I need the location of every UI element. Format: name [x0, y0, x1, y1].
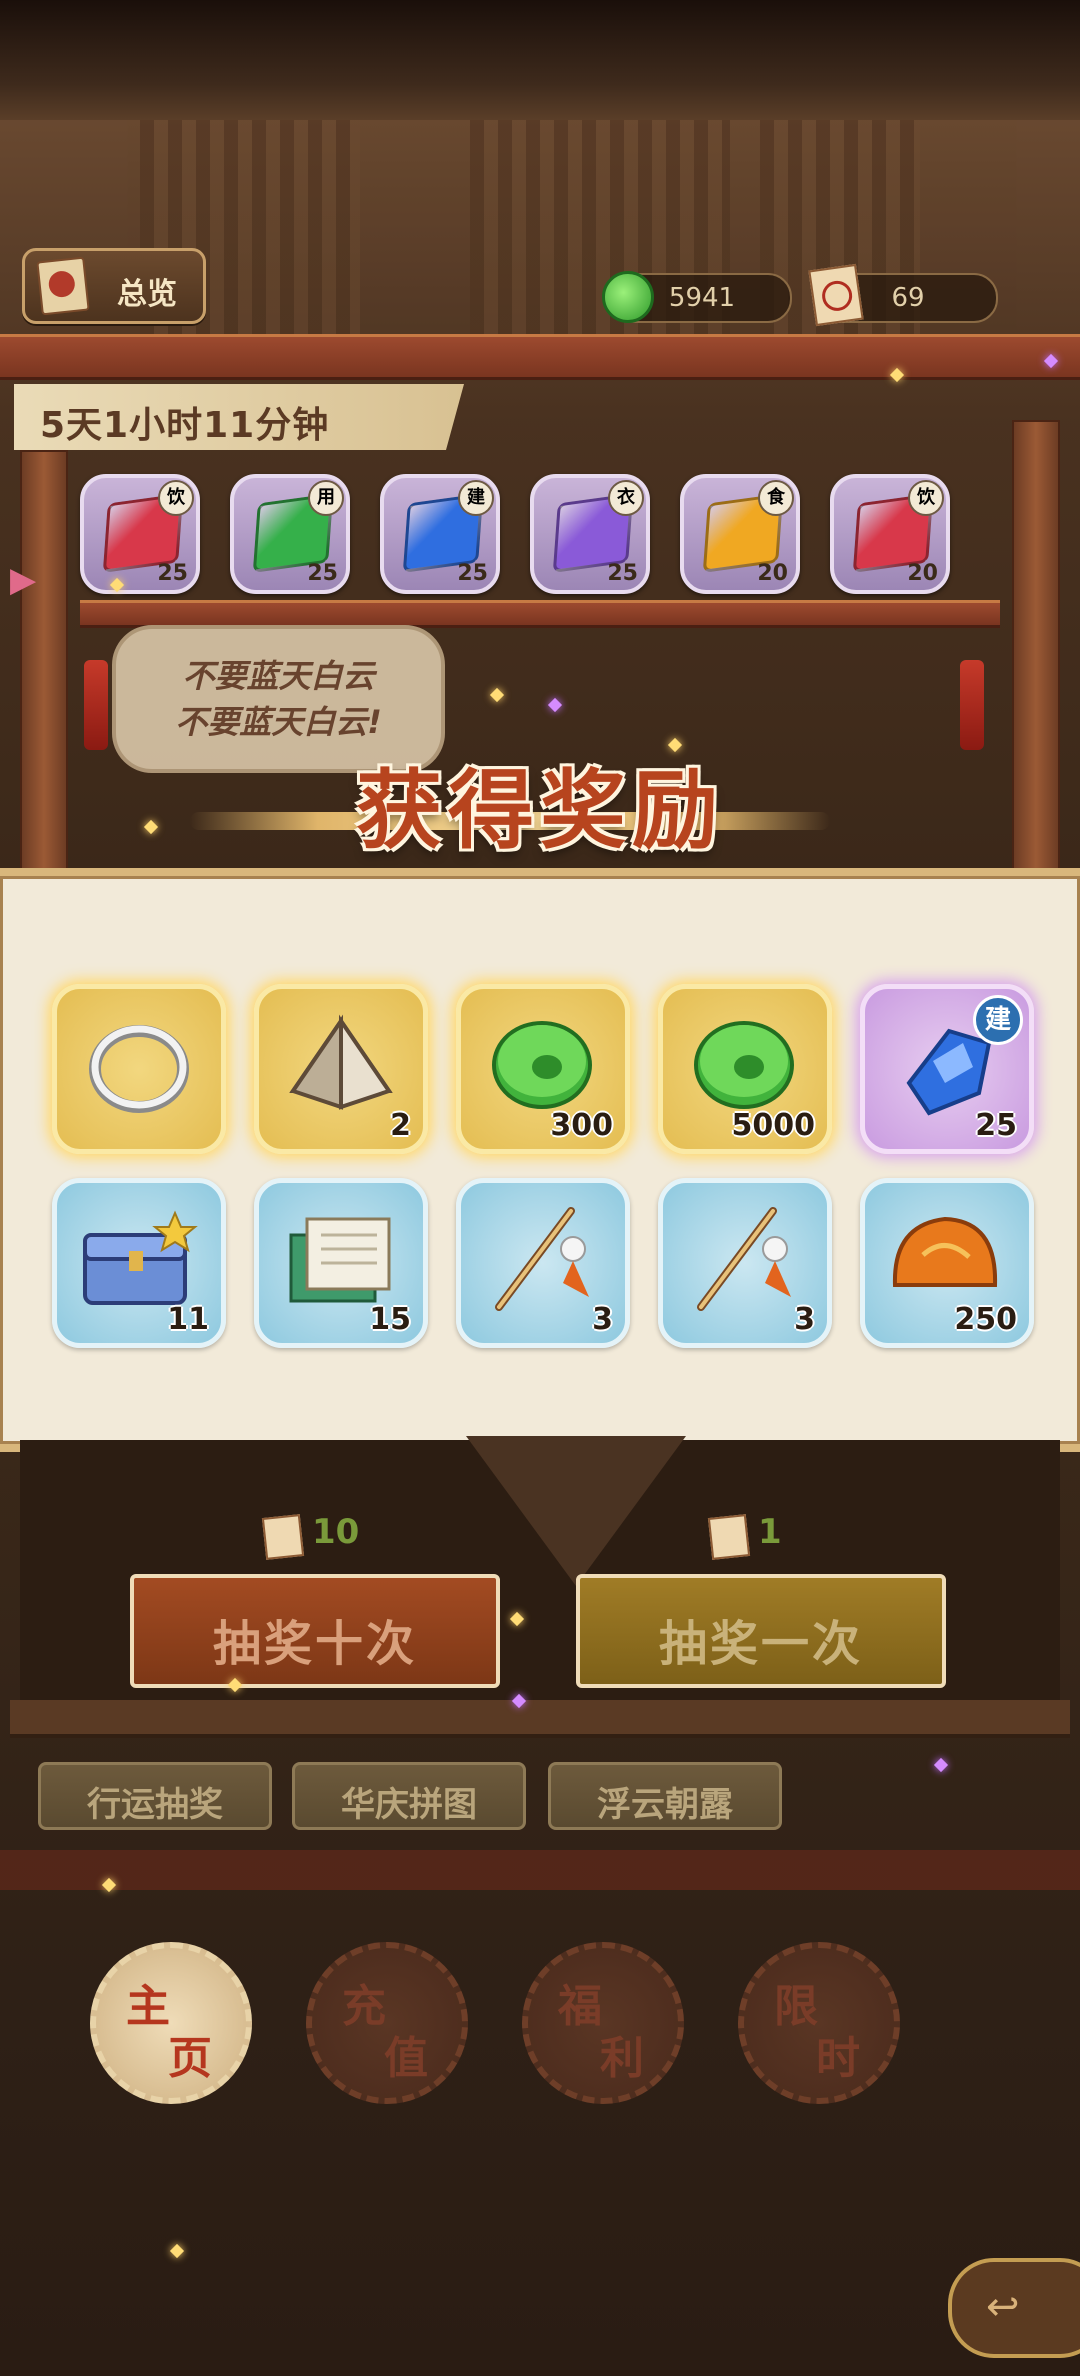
- top-bar: [0, 0, 1080, 120]
- nav-char: 利: [600, 2033, 644, 2084]
- nav-char: 值: [384, 2033, 428, 2084]
- item-count: 3: [592, 1302, 613, 1337]
- draw-ten-label: 抽奖十次: [212, 1616, 417, 1672]
- silver-ring-icon: [89, 1025, 189, 1113]
- reward-item[interactable]: 3: [658, 1178, 832, 1348]
- nav-char: 充: [342, 1981, 386, 2032]
- material-count: 25: [457, 561, 488, 586]
- tab-label: 行运抽奖: [87, 1785, 223, 1825]
- material-slot[interactable]: 饮 25: [80, 474, 200, 594]
- material-count: 20: [757, 561, 788, 586]
- nav-char: 限: [774, 1981, 818, 2032]
- nav-limited[interactable]: 限 时: [738, 1942, 900, 2104]
- draw-ten-button[interactable]: 抽奖十次: [130, 1574, 500, 1688]
- tab-floating-cloud[interactable]: 浮云朝露: [548, 1762, 782, 1830]
- scroll-icon: [289, 1217, 391, 1303]
- item-count: 250: [954, 1302, 1017, 1337]
- overview-icon: [36, 256, 90, 316]
- reward-item[interactable]: 11: [52, 1178, 226, 1348]
- tab-rail: [10, 1700, 1070, 1738]
- reward-item[interactable]: 3: [456, 1178, 630, 1348]
- reward-item[interactable]: [52, 984, 226, 1154]
- stage-base: [0, 1850, 1080, 1890]
- fishing-rod-icon: [697, 1207, 791, 1311]
- nav-char: 福: [558, 1981, 602, 2032]
- tab-label: 华庆拼图: [341, 1785, 477, 1825]
- reward-item[interactable]: 300: [456, 984, 630, 1154]
- reward-item[interactable]: 2: [254, 984, 428, 1154]
- item-count: 300: [550, 1108, 613, 1143]
- material-count: 20: [907, 561, 938, 586]
- ticket-currency[interactable]: 69: [808, 263, 998, 327]
- draw-one-button[interactable]: 抽奖一次: [576, 1574, 946, 1688]
- material-tag: 用: [308, 480, 344, 516]
- jade-currency[interactable]: 5941: [602, 271, 792, 323]
- reward-item[interactable]: 5000: [658, 984, 832, 1154]
- jade-icon: [694, 1021, 794, 1109]
- nav-char: 时: [816, 2033, 860, 2084]
- shelf-beam: [80, 600, 1000, 628]
- event-timer: 5天1小时11分钟: [40, 405, 330, 446]
- material-tag: 饮: [158, 480, 194, 516]
- nav-home[interactable]: 主 页: [90, 1942, 252, 2104]
- top-beam: [0, 334, 1080, 380]
- item-count: 15: [369, 1302, 411, 1337]
- material-tag: 饮: [908, 480, 944, 516]
- item-count: 2: [390, 1108, 411, 1143]
- tab-puzzle[interactable]: 华庆拼图: [292, 1762, 526, 1830]
- material-slot[interactable]: 用 25: [230, 474, 350, 594]
- item-count: 5000: [731, 1108, 816, 1143]
- tassel: [960, 660, 984, 750]
- draw-one-label: 抽奖一次: [658, 1616, 863, 1672]
- treasure-box-icon: [83, 1210, 198, 1305]
- item-count: 3: [794, 1302, 815, 1337]
- material-tag: 衣: [608, 480, 644, 516]
- draw-one-cost: 1: [758, 1512, 782, 1552]
- pointer-decoration: [466, 1436, 686, 1586]
- item-count: 25: [975, 1108, 1017, 1143]
- nav-recharge[interactable]: 充 值: [306, 1942, 468, 2104]
- jade-icon: [492, 1021, 592, 1109]
- ticket-icon: [261, 1514, 305, 1560]
- reward-panel: 2 300 5000 建 25 11 15 3 3 250: [0, 868, 1080, 1452]
- fishing-rod-icon: [495, 1207, 589, 1311]
- reward-item[interactable]: 建 25: [860, 984, 1034, 1154]
- construction-tag: 建: [973, 995, 1023, 1045]
- material-slot[interactable]: 建 25: [380, 474, 500, 594]
- tent-icon: [289, 1014, 393, 1110]
- ticket-count: 69: [891, 283, 925, 313]
- item-count: 11: [167, 1302, 209, 1337]
- ticket-icon: [707, 1514, 751, 1560]
- overview-button[interactable]: 总览: [22, 248, 206, 324]
- material-count: 25: [307, 561, 338, 586]
- material-count: 25: [607, 561, 638, 586]
- reward-title: 获得奖励: [356, 761, 724, 861]
- nav-char: 主: [126, 1981, 170, 2032]
- tab-lucky-draw[interactable]: 行运抽奖: [38, 1762, 272, 1830]
- bubble-line: 不要蓝天白云!: [175, 703, 382, 741]
- material-count: 25: [157, 561, 188, 586]
- side-arrow-icon[interactable]: ▶: [10, 560, 36, 600]
- material-tag: 食: [758, 480, 794, 516]
- back-button[interactable]: ↩: [948, 2258, 1080, 2358]
- reward-item[interactable]: 15: [254, 1178, 428, 1348]
- jade-count: 5941: [668, 283, 736, 313]
- nav-welfare[interactable]: 福 利: [522, 1942, 684, 2104]
- timer-banner: 5天1小时11分钟: [14, 384, 464, 450]
- reward-item[interactable]: 250: [860, 1178, 1034, 1348]
- tab-label: 浮云朝露: [597, 1785, 733, 1825]
- tassel: [84, 660, 108, 750]
- amber-stone-icon: [892, 1216, 998, 1287]
- overview-label: 总览: [117, 277, 177, 312]
- material-tag: 建: [458, 480, 494, 516]
- material-slot[interactable]: 饮 20: [830, 474, 950, 594]
- draw-ten-cost: 10: [312, 1512, 360, 1552]
- material-slot[interactable]: 衣 25: [530, 474, 650, 594]
- material-slot[interactable]: 食 20: [680, 474, 800, 594]
- nav-char: 页: [168, 2033, 212, 2084]
- back-arrow-icon: ↩: [986, 2284, 1020, 2330]
- bubble-line: 不要蓝天白云: [182, 657, 375, 695]
